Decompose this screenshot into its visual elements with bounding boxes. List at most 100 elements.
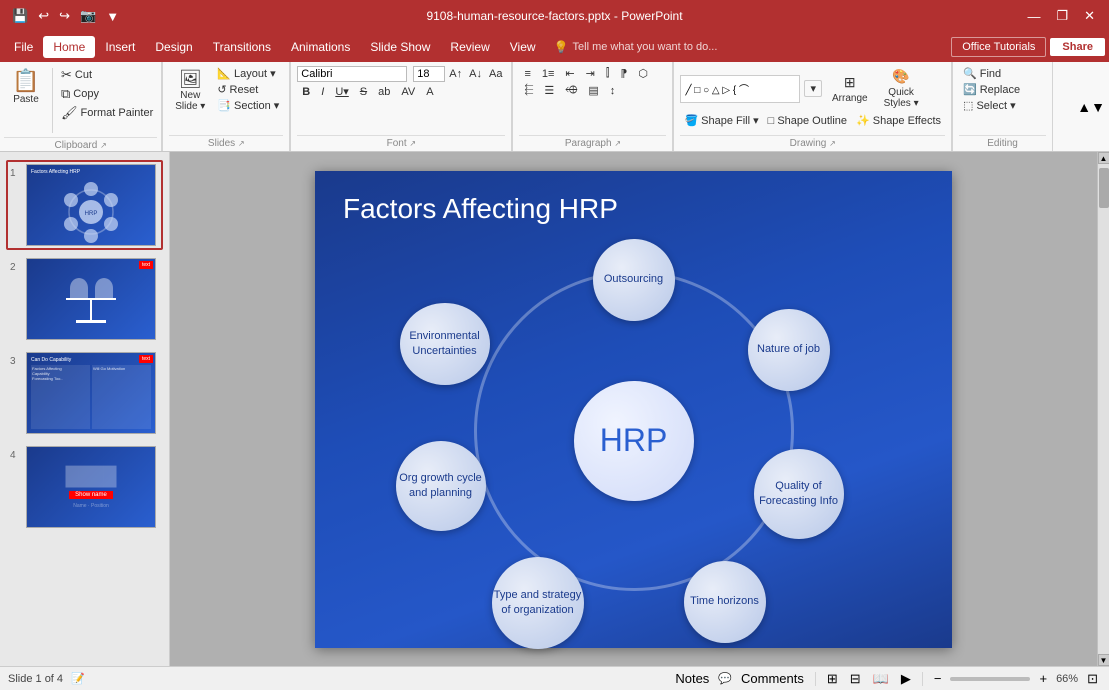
clear-formatting-button[interactable]: Aa xyxy=(486,67,505,81)
slide-thumb-4[interactable]: 4 ████ Show name Name · Position xyxy=(6,442,163,532)
decrease-indent-button[interactable]: ⇤ xyxy=(560,66,579,81)
slide-sorter-button[interactable]: ⊟ xyxy=(847,670,864,688)
increase-indent-button[interactable]: ⇥ xyxy=(581,66,600,81)
reset-button[interactable]: ↺Reset xyxy=(213,82,283,97)
select-button[interactable]: ⬚Select ▾ xyxy=(959,98,1024,113)
slide-thumb-1[interactable]: 1 Factors Affecting HRP HRP xyxy=(6,160,163,250)
line-spacing-button[interactable]: ↕ xyxy=(605,84,621,98)
slides-label[interactable]: Slides ↗ xyxy=(169,135,283,149)
fit-slide-button[interactable]: ⊡ xyxy=(1084,670,1101,688)
paste-button[interactable]: 📋 Paste xyxy=(4,66,48,109)
bold-button[interactable]: B xyxy=(297,85,315,99)
convert-to-smartart-button[interactable]: ⬡ xyxy=(633,66,653,81)
font-name-input[interactable] xyxy=(297,66,407,82)
replace-button[interactable]: 🔄Replace xyxy=(959,82,1024,97)
screenshot-button[interactable]: 📷 xyxy=(76,6,100,26)
reading-view-button[interactable]: 📖 xyxy=(870,670,892,688)
office-tutorials-button[interactable]: Office Tutorials xyxy=(951,37,1046,57)
undo-button[interactable]: ↩ xyxy=(34,6,53,26)
ribbon-group-font: A↑ A↓ Aa B I U▾ S ab AV A Font ↗ xyxy=(291,62,512,151)
minimize-button[interactable]: — xyxy=(1021,7,1046,26)
menu-view[interactable]: View xyxy=(500,36,546,58)
copy-button[interactable]: ⧉Copy xyxy=(57,85,157,103)
strikethrough-button[interactable]: S xyxy=(355,85,372,99)
node-nature-of-job: Nature of job xyxy=(748,309,830,391)
quick-styles-button[interactable]: 🎨 QuickStyles ▾ xyxy=(878,66,925,111)
window-title: 9108-human-resource-factors.pptx - Power… xyxy=(426,9,682,23)
normal-view-button[interactable]: ⊞ xyxy=(824,670,841,688)
notes-button[interactable]: Notes xyxy=(672,670,712,687)
layout-button[interactable]: 📐Layout ▾ xyxy=(213,66,283,81)
align-left-button[interactable]: ⬱ xyxy=(519,83,538,98)
zoom-out-button[interactable]: − xyxy=(931,670,945,687)
node-time-horizons: Time horizons xyxy=(684,561,766,643)
shape-outline-button[interactable]: □ Shape Outline xyxy=(764,114,851,128)
ribbon-scroll-up[interactable]: ▲ xyxy=(1077,99,1091,115)
section-button[interactable]: 📑Section ▾ xyxy=(213,98,283,113)
ribbon-group-drawing: ╱ □ ○ △ ▷ { ⌒ ▾ ⊞ Arrange 🎨 QuickStyles … xyxy=(674,62,952,151)
numbering-button[interactable]: 1≡ xyxy=(537,67,560,81)
shape-gallery[interactable]: ╱ □ ○ △ ▷ { ⌒ xyxy=(680,75,800,103)
menu-review[interactable]: Review xyxy=(440,36,499,58)
font-label[interactable]: Font ↗ xyxy=(297,135,505,149)
cut-button[interactable]: ✂Cut xyxy=(57,66,157,84)
font-size-input[interactable] xyxy=(413,66,445,82)
underline-button[interactable]: U▾ xyxy=(330,84,353,99)
slideshow-button[interactable]: ▶ xyxy=(898,670,914,688)
ribbon-scroll-down[interactable]: ▼ xyxy=(1091,99,1105,115)
align-center-button[interactable]: ☰ xyxy=(539,83,559,98)
shape-effects-button[interactable]: ✨ Shape Effects xyxy=(852,113,945,128)
redo-button[interactable]: ↪ xyxy=(55,6,74,26)
paragraph-label[interactable]: Paragraph ↗ xyxy=(519,135,666,149)
status-bar-right: Notes 💬 Comments ⊞ ⊟ 📖 ▶ − + 66% ⊡ xyxy=(672,670,1101,688)
zoom-slider[interactable] xyxy=(950,677,1030,681)
menu-animations[interactable]: Animations xyxy=(281,36,360,58)
find-button[interactable]: 🔍Find xyxy=(959,66,1024,81)
menu-bar: File Home Insert Design Transitions Anim… xyxy=(0,32,1109,62)
drawing-label[interactable]: Drawing ↗ xyxy=(680,135,945,149)
notes-label: Notes xyxy=(675,671,709,686)
new-slide-button[interactable]: 🖼 NewSlide ▾ xyxy=(169,66,211,116)
zoom-in-button[interactable]: + xyxy=(1036,670,1050,687)
canvas-area[interactable]: Factors Affecting HRP HRP Outsourcing Na… xyxy=(170,152,1097,666)
char-spacing-button[interactable]: AV xyxy=(396,85,420,99)
columns-button[interactable]: ⫿ xyxy=(601,66,615,81)
decrease-font-button[interactable]: A↓ xyxy=(466,67,485,81)
new-slide-icon: 🖼 xyxy=(179,70,202,88)
text-direction-button[interactable]: ⁋ xyxy=(615,66,632,81)
node-outsourcing: Outsourcing xyxy=(593,239,675,321)
align-right-button[interactable]: ⬲ xyxy=(560,83,582,98)
slide-thumb-2[interactable]: 2 text xyxy=(6,254,163,344)
slide-thumb-3[interactable]: 3 Can Do Capability Factors AffectingCap… xyxy=(6,348,163,438)
scroll-down-button[interactable]: ▼ xyxy=(1098,654,1109,666)
close-button[interactable]: ✕ xyxy=(1078,6,1101,26)
comments-button[interactable]: Comments xyxy=(738,670,807,687)
notes-icon: 📝 xyxy=(71,672,85,685)
italic-button[interactable]: I xyxy=(316,85,329,99)
ribbon-group-slides: 🖼 NewSlide ▾ 📐Layout ▾ ↺Reset 📑Section ▾… xyxy=(163,62,290,151)
increase-font-button[interactable]: A↑ xyxy=(446,67,465,81)
menu-design[interactable]: Design xyxy=(145,36,202,58)
menu-insert[interactable]: Insert xyxy=(95,36,145,58)
font-color-button[interactable]: A xyxy=(421,85,438,99)
menu-slideshow[interactable]: Slide Show xyxy=(360,36,440,58)
bullets-button[interactable]: ≡ xyxy=(519,67,535,81)
save-button[interactable]: 💾 xyxy=(8,6,32,26)
menu-home[interactable]: Home xyxy=(43,36,95,58)
scroll-up-button[interactable]: ▲ xyxy=(1098,152,1109,164)
clipboard-label[interactable]: Clipboard ↗ xyxy=(4,137,157,151)
scroll-thumb[interactable] xyxy=(1099,168,1109,208)
share-button[interactable]: Share xyxy=(1050,38,1105,56)
justify-button[interactable]: ▤ xyxy=(583,83,603,98)
shape-gallery-more[interactable]: ▾ xyxy=(804,80,822,97)
arrange-button[interactable]: ⊞ Arrange xyxy=(826,72,874,106)
shape-fill-button[interactable]: 🪣 Shape Fill ▾ xyxy=(680,113,762,128)
menu-file[interactable]: File xyxy=(4,36,43,58)
restore-button[interactable]: ❐ xyxy=(1050,6,1074,26)
menu-transitions[interactable]: Transitions xyxy=(203,36,281,58)
text-shadow-button[interactable]: ab xyxy=(373,85,395,99)
customize-qa-button[interactable]: ▼ xyxy=(102,7,123,26)
help-search: Tell me what you want to do... xyxy=(573,41,718,53)
format-painter-button[interactable]: 🖌Format Painter xyxy=(57,104,157,122)
hrp-diagram: HRP Outsourcing Nature of job Quality of… xyxy=(374,231,894,631)
